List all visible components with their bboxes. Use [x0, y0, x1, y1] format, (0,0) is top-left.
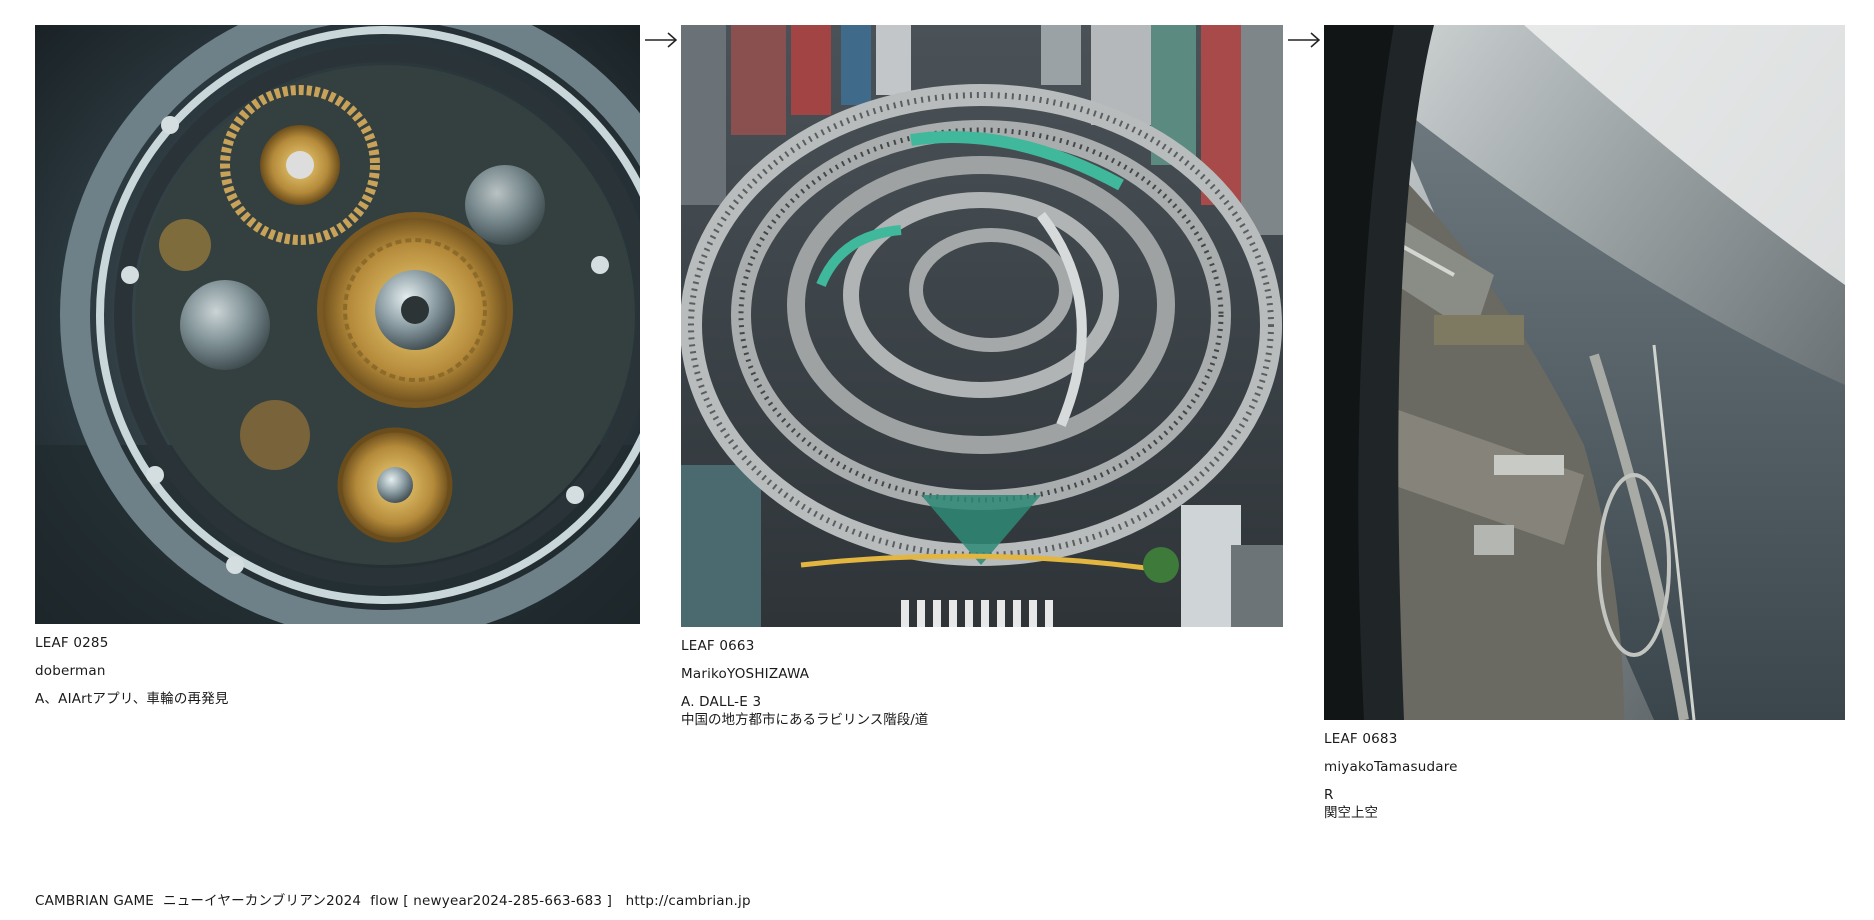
footer-text: CAMBRIAN GAME ニューイヤーカンブリアン2024 flow [ ne… — [35, 893, 626, 909]
footer-link[interactable]: http://cambrian.jp — [626, 893, 751, 909]
leaf-caption: LEAF 0663 MarikoYOSHIZAWA A. DALL-E 3 中国… — [681, 638, 1283, 731]
right-arrow-icon — [645, 32, 678, 48]
right-arrow-icon — [1288, 32, 1321, 48]
flow-page: LEAF 0285 doberman A、AIArtアプリ、車輪の再発見 LEA… — [0, 0, 1874, 920]
leaf-id: LEAF 0683 — [1324, 731, 1398, 747]
leaf-image-aerial-airport[interactable] — [1324, 25, 1845, 720]
leaf-caption: LEAF 0285 doberman A、AIArtアプリ、車輪の再発見 — [35, 635, 640, 707]
leaf-id: LEAF 0663 — [681, 638, 755, 654]
leaf-card-0683: LEAF 0683 miyakoTamasudare R 関空上空 — [1324, 25, 1845, 824]
leaf-note: A. DALL-E 3 — [681, 694, 762, 710]
leaf-image-spiral-walkway[interactable] — [681, 25, 1283, 627]
leaf-author[interactable]: miyakoTamasudare — [1324, 759, 1845, 775]
leaf-note: A、AIArtアプリ、車輪の再発見 — [35, 691, 229, 707]
leaf-image-clockwork[interactable] — [35, 25, 640, 624]
leaf-caption: LEAF 0683 miyakoTamasudare R 関空上空 — [1324, 731, 1845, 824]
leaf-id: LEAF 0285 — [35, 635, 109, 651]
leaf-author[interactable]: doberman — [35, 663, 640, 679]
leaf-note: R — [1324, 787, 1334, 803]
footer: CAMBRIAN GAME ニューイヤーカンブリアン2024 flow [ ne… — [35, 889, 751, 909]
leaf-author[interactable]: MarikoYOSHIZAWA — [681, 666, 1283, 682]
leaf-note-detail: 中国の地方都市にあるラビリンス階段/道 — [681, 712, 929, 728]
leaf-card-0663: LEAF 0663 MarikoYOSHIZAWA A. DALL-E 3 中国… — [681, 25, 1283, 731]
leaf-card-0285: LEAF 0285 doberman A、AIArtアプリ、車輪の再発見 — [35, 25, 640, 719]
leaf-note-detail: 関空上空 — [1324, 805, 1378, 821]
